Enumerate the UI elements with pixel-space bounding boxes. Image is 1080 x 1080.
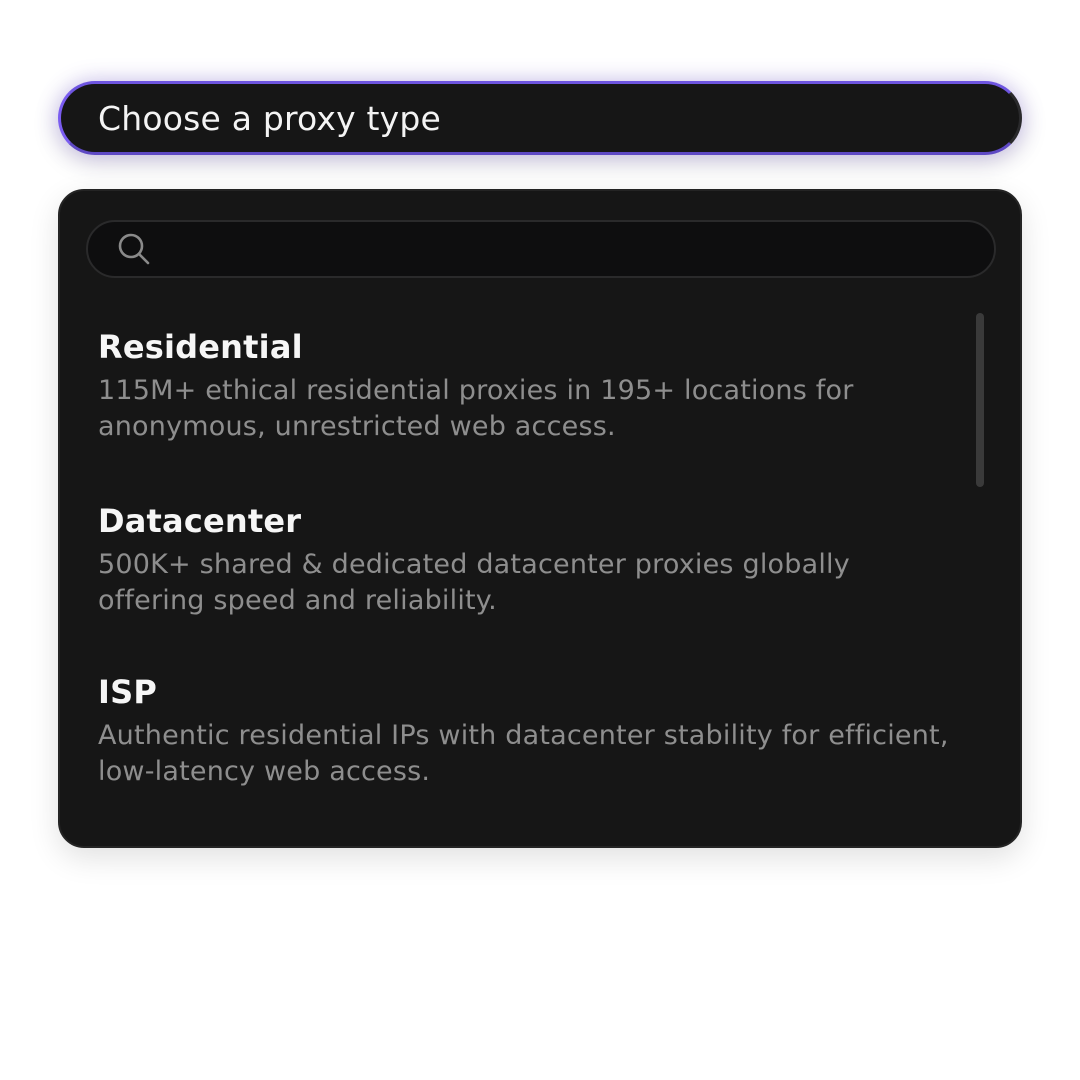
scrollbar-thumb[interactable] bbox=[976, 313, 984, 487]
page: Choose a proxy type Residential 115M+ et… bbox=[0, 0, 1080, 1080]
option-description: Authentic residential IPs with datacente… bbox=[98, 720, 949, 787]
option-residential[interactable]: Residential 115M+ ethical residential pr… bbox=[98, 327, 958, 445]
search-icon bbox=[118, 233, 150, 265]
option-title: ISP bbox=[98, 673, 158, 711]
proxy-type-select[interactable]: Choose a proxy type bbox=[58, 81, 1022, 155]
option-datacenter[interactable]: Datacenter 500K+ shared & dedicated data… bbox=[98, 501, 958, 619]
option-title: Datacenter bbox=[98, 502, 302, 540]
option-description: 115M+ ethical residential proxies in 195… bbox=[98, 375, 854, 442]
option-isp[interactable]: ISP Authentic residential IPs with datac… bbox=[98, 672, 958, 790]
option-title: Residential bbox=[98, 328, 303, 366]
dropdown-panel: Residential 115M+ ethical residential pr… bbox=[58, 189, 1022, 848]
search-box[interactable] bbox=[86, 220, 996, 278]
option-description: 500K+ shared & dedicated datacenter prox… bbox=[98, 549, 850, 616]
select-label: Choose a proxy type bbox=[98, 98, 442, 138]
search-input[interactable] bbox=[152, 221, 994, 277]
